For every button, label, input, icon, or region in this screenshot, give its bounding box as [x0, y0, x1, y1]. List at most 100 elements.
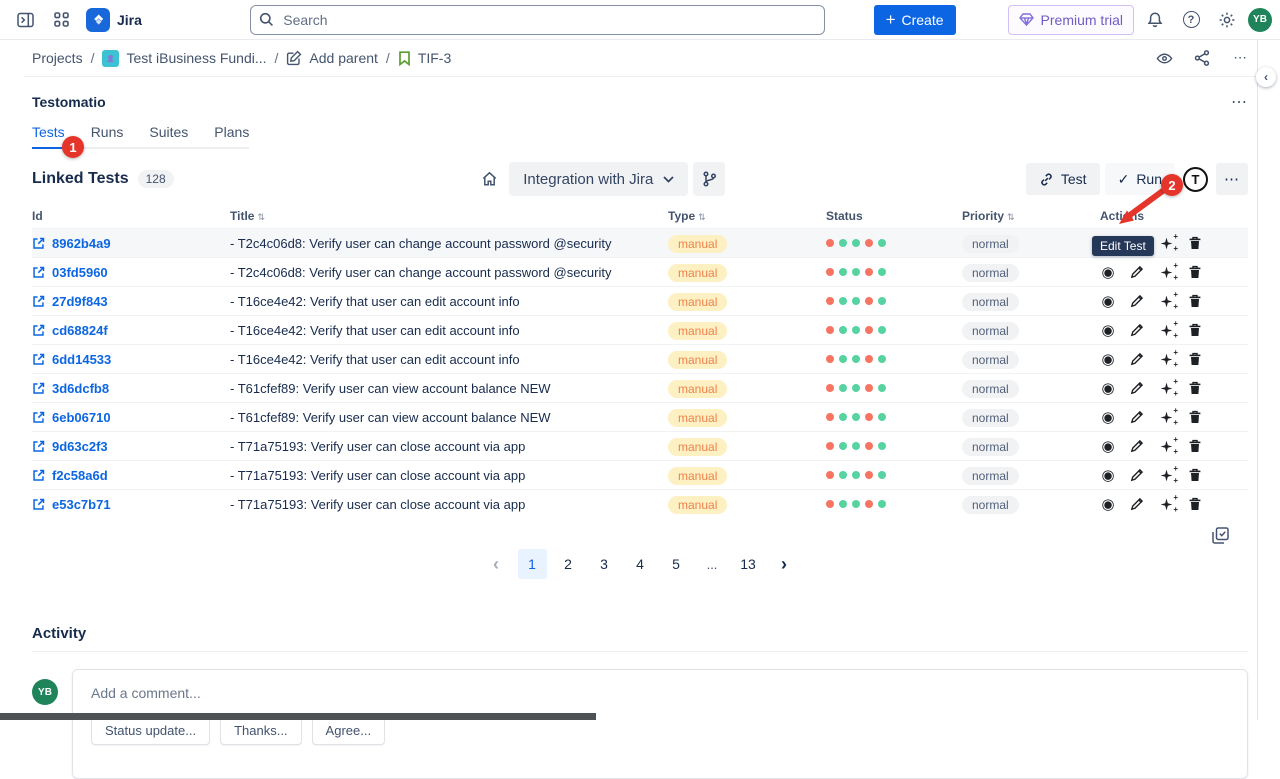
ai-sparkle-icon[interactable]: ++ — [1158, 438, 1174, 454]
tab-tests[interactable]: Tests — [32, 124, 65, 149]
panel-more-icon[interactable]: ⋯ — [1231, 92, 1248, 112]
delete-trash-icon[interactable] — [1187, 409, 1203, 425]
type-badge: manual — [668, 293, 727, 311]
watch-eye-icon[interactable] — [1148, 43, 1180, 73]
ai-sparkle-icon[interactable]: ++ — [1158, 380, 1174, 396]
test-id-link[interactable]: f2c58a6d — [32, 468, 230, 483]
ai-sparkle-icon[interactable]: ++ — [1158, 235, 1174, 251]
branch-selector-dropdown[interactable]: Integration with Jira — [509, 162, 688, 196]
breadcrumb-project[interactable]: Test iBusiness Fundi... — [102, 50, 266, 67]
quick-reply-thanks[interactable]: Thanks... — [220, 716, 301, 745]
app-switcher-icon[interactable] — [46, 5, 76, 35]
delete-trash-icon[interactable] — [1187, 380, 1203, 396]
preview-eye-icon[interactable]: ◉ — [1100, 351, 1116, 367]
page-13[interactable]: 13 — [734, 549, 763, 579]
delete-trash-icon[interactable] — [1187, 438, 1203, 454]
jira-home-link[interactable]: Jira — [86, 8, 142, 32]
preview-eye-icon[interactable]: ◉ — [1100, 322, 1116, 338]
breadcrumb-issue[interactable]: TIF-3 — [398, 50, 451, 66]
home-icon[interactable] — [474, 164, 504, 194]
preview-eye-icon[interactable]: ◉ — [1100, 293, 1116, 309]
ai-sparkle-icon[interactable]: ++ — [1158, 264, 1174, 280]
edit-pencil-icon[interactable] — [1129, 380, 1145, 396]
delete-trash-icon[interactable] — [1187, 496, 1203, 512]
status-dot-green — [878, 413, 886, 421]
col-priority[interactable]: Priority⇅ — [962, 209, 1100, 223]
tab-suites[interactable]: Suites — [149, 124, 188, 149]
user-avatar[interactable]: YB — [1248, 8, 1272, 32]
ai-sparkle-icon[interactable]: ++ — [1158, 467, 1174, 483]
help-icon[interactable]: ? — [1176, 5, 1206, 35]
preview-eye-icon[interactable]: ◉ — [1100, 380, 1116, 396]
col-id[interactable]: Id — [32, 209, 230, 223]
ai-sparkle-icon[interactable]: ++ — [1158, 351, 1174, 367]
test-title: - T71a75193: Verify user can close accou… — [230, 497, 668, 512]
ai-sparkle-icon[interactable]: ++ — [1158, 322, 1174, 338]
edit-pencil-icon[interactable] — [1129, 322, 1145, 338]
test-id-link[interactable]: 27d9f843 — [32, 294, 230, 309]
tab-runs[interactable]: Runs — [91, 124, 124, 149]
more-options-icon[interactable]: ⋯ — [1216, 163, 1248, 195]
edit-pencil-icon[interactable] — [1129, 409, 1145, 425]
prev-page-icon[interactable]: ‹ — [482, 549, 511, 579]
tab-plans[interactable]: Plans — [214, 124, 249, 149]
edit-pencil-icon[interactable] — [1129, 351, 1145, 367]
ai-sparkle-icon[interactable]: ++ — [1158, 409, 1174, 425]
test-id-link[interactable]: 8962b4a9 — [32, 236, 230, 251]
test-id-link[interactable]: 6dd14533 — [32, 352, 230, 367]
preview-eye-icon[interactable]: ◉ — [1100, 409, 1116, 425]
page-4[interactable]: 4 — [626, 549, 655, 579]
settings-gear-icon[interactable] — [1212, 5, 1242, 35]
test-title: - T71a75193: Verify user can close accou… — [230, 468, 668, 483]
preview-eye-icon[interactable]: ◉ — [1100, 264, 1116, 280]
delete-trash-icon[interactable] — [1187, 235, 1203, 251]
delete-trash-icon[interactable] — [1187, 467, 1203, 483]
edit-pencil-icon[interactable] — [1129, 264, 1145, 280]
share-icon[interactable] — [1186, 43, 1218, 73]
delete-trash-icon[interactable] — [1187, 264, 1203, 280]
premium-trial-button[interactable]: Premium trial — [1008, 5, 1134, 35]
preview-eye-icon[interactable]: ◉ — [1100, 438, 1116, 454]
collapse-panel-chevron-icon[interactable]: ‹ — [1256, 67, 1276, 87]
preview-eye-icon[interactable]: ◉ — [1100, 496, 1116, 512]
edit-pencil-icon[interactable] — [1129, 438, 1145, 454]
preview-eye-icon[interactable]: ◉ — [1100, 467, 1116, 483]
more-actions-icon[interactable]: ⋯ — [1224, 43, 1256, 73]
breadcrumb-projects[interactable]: Projects — [32, 50, 83, 66]
delete-trash-icon[interactable] — [1187, 293, 1203, 309]
edit-pencil-icon[interactable] — [1129, 293, 1145, 309]
test-id-link[interactable]: e53c7b71 — [32, 497, 230, 512]
linked-tests-label: Linked Tests — [32, 170, 129, 188]
delete-trash-icon[interactable] — [1187, 322, 1203, 338]
test-id-link[interactable]: 3d6dcfb8 — [32, 381, 230, 396]
col-status[interactable]: Status — [826, 209, 962, 223]
page-5[interactable]: 5 — [662, 549, 691, 579]
quick-reply-agree[interactable]: Agree... — [312, 716, 386, 745]
create-button[interactable]: + Create — [874, 5, 956, 35]
test-id-link[interactable]: 03fd5960 — [32, 265, 230, 280]
test-id-link[interactable]: 6eb06710 — [32, 410, 230, 425]
next-page-icon[interactable]: › — [770, 549, 799, 579]
page-2[interactable]: 2 — [554, 549, 583, 579]
ai-sparkle-icon[interactable]: ++ — [1158, 293, 1174, 309]
edit-pencil-icon[interactable] — [1129, 496, 1145, 512]
test-id-link[interactable]: 9d63c2f3 — [32, 439, 230, 454]
edit-pencil-icon[interactable] — [1129, 467, 1145, 483]
delete-trash-icon[interactable] — [1187, 351, 1203, 367]
search-input[interactable] — [250, 5, 825, 35]
horizontal-scrollbar[interactable] — [0, 713, 596, 720]
test-id-link[interactable]: cd68824f — [32, 323, 230, 338]
comment-editor[interactable]: Add a comment... Status update... Thanks… — [72, 669, 1248, 779]
add-parent-button[interactable]: Add parent — [286, 50, 378, 66]
quick-reply-status-update[interactable]: Status update... — [91, 716, 210, 745]
bulk-check-icon[interactable] — [1210, 525, 1230, 545]
ai-sparkle-icon[interactable]: ++ — [1158, 496, 1174, 512]
notifications-bell-icon[interactable] — [1140, 5, 1170, 35]
sidebar-toggle-icon[interactable] — [10, 5, 40, 35]
page-1[interactable]: 1 — [518, 549, 547, 579]
git-branch-icon[interactable] — [693, 162, 725, 196]
link-test-button[interactable]: Test — [1026, 163, 1100, 195]
col-type[interactable]: Type⇅ — [668, 209, 826, 223]
col-title[interactable]: Title⇅ — [230, 209, 668, 223]
page-3[interactable]: 3 — [590, 549, 619, 579]
